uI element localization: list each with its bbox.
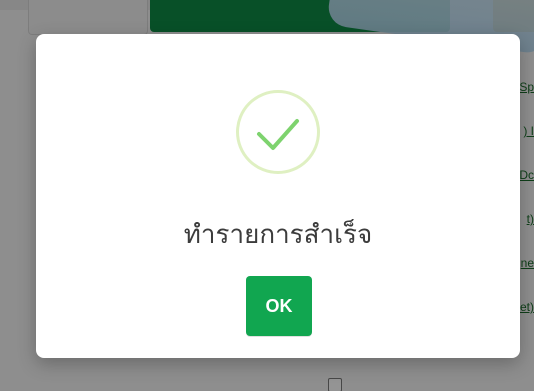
check-mark <box>257 119 299 150</box>
check-circle-svg <box>257 119 299 150</box>
ok-button[interactable]: OK <box>246 276 312 336</box>
success-message: ทำรายการสำเร็จ <box>183 220 373 250</box>
check-circle-icon <box>236 90 320 174</box>
success-dialog: ทำรายการสำเร็จ OK <box>36 34 520 358</box>
